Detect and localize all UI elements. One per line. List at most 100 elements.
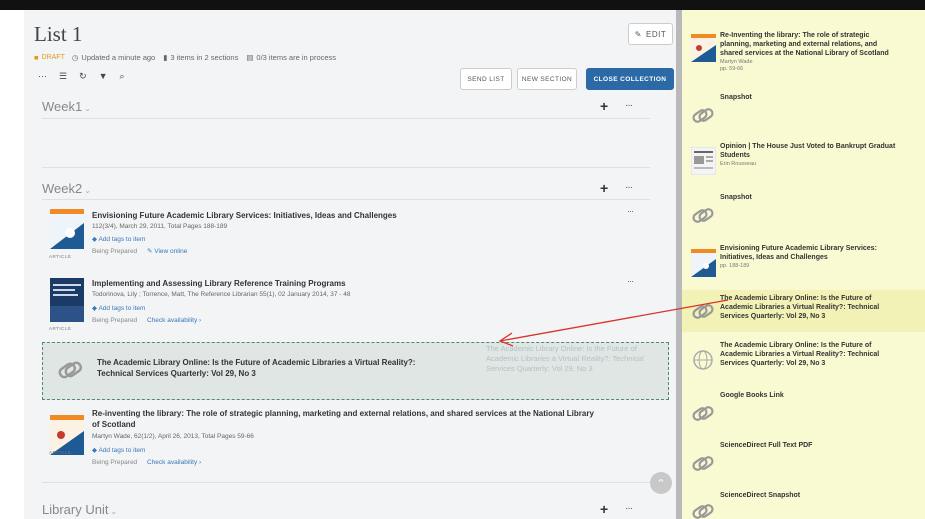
link-icon <box>691 450 716 478</box>
item-type-label: ARTICLE <box>49 326 72 331</box>
reading-list-panel: List 1 ✎ EDIT ■ DRAFT ◷ Updated a minute… <box>24 10 676 519</box>
section-divider <box>42 199 650 200</box>
ghost-line2: Academic Libraries a Virtual Reality?: T… <box>486 354 644 363</box>
dragged-title-line2: Technical Services Quarterly: Vol 29, No… <box>97 369 256 378</box>
add-tags-label: Add tags to item <box>98 236 146 243</box>
sidebar-item-title: Google Books Link <box>720 392 784 399</box>
item-type-label: ARTICLE <box>49 254 72 259</box>
close-collection-button[interactable]: CLOSE COLLECTION <box>586 68 674 90</box>
title-line: shared services at the National Library … <box>720 50 889 57</box>
items-count-text: 3 items in 2 sections <box>170 53 239 62</box>
section-divider <box>42 118 650 119</box>
send-list-button[interactable]: SEND LIST <box>460 68 512 90</box>
view-online-link[interactable]: ✎ View online <box>147 248 187 255</box>
link-icon <box>691 102 716 130</box>
section-more-button[interactable]: ··· <box>625 100 633 111</box>
title-line: Students <box>720 152 750 159</box>
section-more-button[interactable]: ··· <box>625 503 633 514</box>
item-status: Being Prepared ✎ View online <box>92 247 187 255</box>
add-to-section-button[interactable]: + <box>600 501 608 517</box>
section-name: Library Unit <box>42 502 109 517</box>
page-title: List 1 <box>34 22 83 46</box>
sidebar-item[interactable]: Opinion | The House Just Voted to Bankru… <box>682 141 925 185</box>
item-citation: Todorinova, Lily ; Torrence, Matt, The R… <box>92 291 351 298</box>
section-title-library-unit[interactable]: Library Unit ⌄ <box>42 502 117 517</box>
web-globe-icon <box>691 346 716 374</box>
tag-icon: ◆ <box>92 305 97 312</box>
chevron-down-icon[interactable]: ⌄ <box>84 186 91 195</box>
check-availability-link[interactable]: Check availability › <box>147 317 201 324</box>
edit-button[interactable]: ✎ EDIT <box>628 23 673 45</box>
status-text: Being Prepared <box>92 317 138 324</box>
link-icon <box>57 357 83 383</box>
drag-ghost: The Academic Library Online: Is the Futu… <box>486 344 661 374</box>
section-title-week2[interactable]: Week2 ⌄ <box>42 181 91 196</box>
dragged-title-line1: The Academic Library Online: Is the Futu… <box>97 358 416 367</box>
title-line: Services Quarterly: Vol 29, No 3 <box>720 360 826 367</box>
process-icon: ▤ <box>246 53 254 62</box>
sidebar-item[interactable]: Re-Inventing the library: The role of st… <box>682 30 925 78</box>
item-title[interactable]: Envisioning Future Academic Library Serv… <box>92 211 397 220</box>
ghost-line3: Services Quarterly: Vol 29, No 3 <box>486 364 593 373</box>
section-title-week1[interactable]: Week1 ⌄ <box>42 99 91 114</box>
sidebar-item[interactable]: ScienceDirect Snapshot <box>682 490 925 519</box>
section-more-button[interactable]: ··· <box>625 182 633 193</box>
sidebar-item-selected[interactable]: The Academic Library Online: Is the Futu… <box>682 290 925 332</box>
section-name: Week2 <box>42 181 83 196</box>
list-view-icon[interactable]: ☰ <box>59 71 67 82</box>
item-title[interactable]: Re-inventing the library: The role of st… <box>92 408 594 430</box>
add-tags-link[interactable]: ◆ Add tags to item <box>92 304 145 312</box>
sidebar-item-title: The Academic Library Online: Is the Futu… <box>720 341 925 368</box>
title-line: Opinion | The House Just Voted to Bankru… <box>720 143 896 150</box>
article-cover-thumbnail <box>50 209 84 249</box>
sidebar-item[interactable]: ScienceDirect Full Text PDF <box>682 440 925 482</box>
item-more-button[interactable]: ··· <box>627 206 634 216</box>
sidebar-item-author: Martyn Wade <box>720 59 753 65</box>
refresh-icon[interactable]: ↻ <box>79 71 87 82</box>
window-top-bar <box>0 0 925 10</box>
ghost-line1: The Academic Library Online: Is the Futu… <box>486 344 637 353</box>
sidebar-item-title: Snapshot <box>720 194 752 201</box>
item-status: Being Prepared Check availability › <box>92 317 201 324</box>
article-cover-thumbnail <box>691 34 716 62</box>
sidebar-item-author: Erin Rousseau <box>720 161 757 167</box>
title-line: Services Quarterly: Vol 29, No 3 <box>720 313 826 320</box>
scroll-to-top-button[interactable]: ⌃ <box>650 472 672 494</box>
sidebar-item[interactable]: Snapshot <box>682 92 925 132</box>
draft-badge: DRAFT <box>41 54 65 61</box>
filter-icon[interactable]: ▼ <box>99 71 108 82</box>
sidebar-item[interactable]: Snapshot <box>682 192 925 234</box>
sidebar-item[interactable]: Google Books Link <box>682 390 925 432</box>
dragged-item-title: The Academic Library Online: Is the Futu… <box>97 357 457 379</box>
draft-folder-icon: ■ <box>34 53 39 62</box>
sidebar-item-title: Re-Inventing the library: The role of st… <box>720 31 925 58</box>
article-cover-thumbnail <box>50 415 84 455</box>
item-more-button[interactable]: ··· <box>627 276 634 286</box>
item-title[interactable]: Implementing and Assessing Library Refer… <box>92 279 346 288</box>
add-tags-link[interactable]: ◆ Add tags to item <box>92 235 145 243</box>
title-line: The Academic Library Online: Is the Futu… <box>720 295 872 302</box>
citations-sidebar: Re-Inventing the library: The role of st… <box>682 10 925 519</box>
sidebar-item[interactable]: The Academic Library Online: Is the Futu… <box>682 338 925 380</box>
edit-button-label: EDIT <box>645 29 667 39</box>
clock-icon: ◷ <box>71 53 79 62</box>
sidebar-item[interactable]: Envisioning Future Academic Library Serv… <box>682 243 925 287</box>
chevron-down-icon[interactable]: ⌄ <box>110 507 117 516</box>
check-availability-link[interactable]: Check availability › <box>147 459 201 466</box>
in-process-text: 0/3 items are in process <box>256 53 337 62</box>
item-type-label: ARTICLE <box>49 450 72 455</box>
chevron-down-icon[interactable]: ⌄ <box>84 104 91 113</box>
add-tags-link[interactable]: ◆ Add tags to item <box>92 446 145 454</box>
sidebar-item-pages: pp. 59-66 <box>720 66 744 72</box>
item-title-line2: of Scotland <box>92 420 136 429</box>
title-line: Academic Libraries a Virtual Reality?: T… <box>720 304 880 311</box>
section-divider <box>42 167 650 168</box>
link-icon <box>691 298 716 326</box>
add-to-section-button[interactable]: + <box>600 180 608 196</box>
more-icon[interactable]: ··· <box>38 71 47 82</box>
sidebar-item-title: ScienceDirect Full Text PDF <box>720 442 813 449</box>
tag-icon: ◆ <box>92 236 97 243</box>
new-section-button[interactable]: NEW SECTION <box>517 68 577 90</box>
search-icon[interactable]: ⌕ <box>120 71 125 82</box>
add-to-section-button[interactable]: + <box>600 98 608 114</box>
